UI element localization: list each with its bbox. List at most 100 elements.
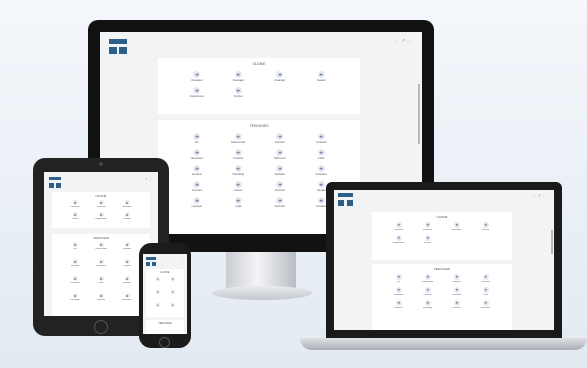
service-tile[interactable]: Logid [218,197,260,208]
service-tile[interactable]: Aruandlus [471,300,500,309]
tile-icon [193,87,201,94]
service-tile[interactable]: Projektid [218,149,260,160]
service-tile[interactable]: Seaded [62,212,88,220]
service-tile[interactable]: Failid [471,287,500,296]
service-tile[interactable]: Projektid [413,287,442,296]
service-tile[interactable]: Aruanded [442,222,471,231]
service-tile[interactable]: Kinnitus [218,87,260,98]
scrollbar[interactable] [418,84,420,144]
service-tile[interactable]: Dokumendid [88,242,114,250]
service-tile[interactable]: Kinnitus [165,303,180,309]
app-logo[interactable] [109,39,127,55]
service-tile[interactable]: Tellimused [442,287,471,296]
service-tile[interactable]: Statistika [442,300,471,309]
service-tile[interactable]: Integratsioon [150,303,165,309]
service-tile[interactable]: Laoseis [218,181,260,192]
service-tile[interactable]: Klienditugi [62,293,88,301]
service-tile[interactable]: Failid [301,149,343,160]
service-tile[interactable]: Kalender [259,133,301,144]
service-tile[interactable]: Aruandlus [301,165,343,176]
card-services: TEENUSED Kiri Dokumendid Kalender Kontaktid… [372,264,512,330]
service-tile[interactable]: Kalender [114,242,140,250]
service-tile[interactable]: Personal [259,181,301,192]
service-tile[interactable]: Ülesanded [88,259,114,267]
tile-label: Personal [274,189,285,192]
tile-icon [193,181,201,188]
service-tile[interactable]: Varundus [259,197,301,208]
toolbar-icons[interactable]: ⋮ [181,257,185,261]
toolbar-icons[interactable]: ← ↗ ⋮ [140,177,152,181]
service-tile[interactable]: Aruanded [114,200,140,208]
service-tile[interactable]: Ülesanded [176,149,218,160]
service-tile[interactable]: Kasutajad [413,222,442,231]
service-tile[interactable]: Ülesanded [384,287,413,296]
service-tile[interactable]: Klienditugi [218,165,260,176]
app-logo[interactable] [338,193,353,207]
phone-home-button[interactable] [159,337,170,348]
service-tile[interactable]: Kontaktid [471,274,500,283]
service-tile[interactable]: Kasutajad [88,200,114,208]
tile-label: Kasutajad [96,206,106,208]
service-tile[interactable]: Kasutajad [165,277,180,283]
service-tile[interactable]: Seaded [471,222,500,231]
service-tile[interactable]: Projektid [114,259,140,267]
tile-label: Integratsioon [189,95,204,98]
tile-label: Seaded [482,229,489,231]
service-tile[interactable]: Statistika [88,293,114,301]
tile-icon [72,242,78,247]
phone-screen: ⋮ ÜLDINE Ülevaated Kasutajad Aruanded Seade… [143,254,187,334]
app-logo[interactable] [146,257,156,266]
service-tile[interactable]: Ülevaated [384,222,413,231]
service-tile[interactable]: Kalender [442,274,471,283]
service-tile[interactable]: Tellimused [259,149,301,160]
service-tile[interactable]: Tellimused [62,276,88,284]
service-tile[interactable]: Klienditugi [413,300,442,309]
tile-icon [424,235,431,241]
tile-label: Statistika [452,307,461,309]
service-tile[interactable]: Ülevaated [62,200,88,208]
service-tile[interactable]: Aruanded [259,71,301,82]
service-tile[interactable]: Arveldus [176,165,218,176]
service-tile[interactable]: Kiri [384,274,413,283]
service-tile[interactable]: Dokumendid [218,133,260,144]
service-tile[interactable]: Ülevaated [176,71,218,82]
service-tile[interactable]: Aruanded [150,290,165,296]
service-tile[interactable]: Seaded [301,71,343,82]
service-tile[interactable]: Integratsioon [384,235,413,244]
scrollbar[interactable] [551,230,553,254]
app-logo[interactable] [49,177,61,189]
service-tile[interactable]: Ülevaated [150,277,165,283]
service-tile[interactable]: Seaded [165,290,180,296]
tile-icon [276,133,284,140]
toolbar-icons[interactable]: ← ↗ ⋮ [532,193,546,198]
service-tile[interactable]: Kinnitus [413,235,442,244]
tile-label: Klienditugi [422,307,433,309]
tile-icon [98,276,104,281]
service-tile[interactable]: Kontaktid [62,259,88,267]
service-tile[interactable]: Kasutajad [218,71,260,82]
service-tile[interactable]: Failid [88,276,114,284]
tile-icon [124,200,130,205]
card-general: ÜLDINE Ülevaated Kasutajad Aruanded Seaded I… [158,58,360,114]
service-tile[interactable]: Lepingud [176,197,218,208]
service-tile[interactable]: Arveldus [384,300,413,309]
service-tile[interactable]: Turundus [176,181,218,192]
service-tile[interactable]: Kiri [176,133,218,144]
tile-icon [234,165,242,172]
service-tile[interactable]: Integratsioon [176,87,218,98]
tile-label: Failid [98,282,104,284]
toolbar-icons[interactable]: ← ↗ ⋮ [395,38,412,44]
tile-label: Integratsioon [392,242,405,244]
service-tile[interactable]: Kiri [62,242,88,250]
service-tile[interactable]: Dokumendid [413,274,442,283]
service-tile[interactable]: Statistika [259,165,301,176]
service-tile[interactable]: Arveldus [114,276,140,284]
tile-label: Kontaktid [316,141,327,144]
monitor-stand-base [212,286,312,300]
service-tile[interactable]: Integratsioon [88,212,114,220]
tablet-home-button[interactable] [94,320,108,334]
service-tile[interactable]: Aruandlus [114,293,140,301]
service-tile[interactable]: Kontaktid [301,133,343,144]
service-tile[interactable]: Kinnitus [114,212,140,220]
tile-icon [395,235,402,241]
